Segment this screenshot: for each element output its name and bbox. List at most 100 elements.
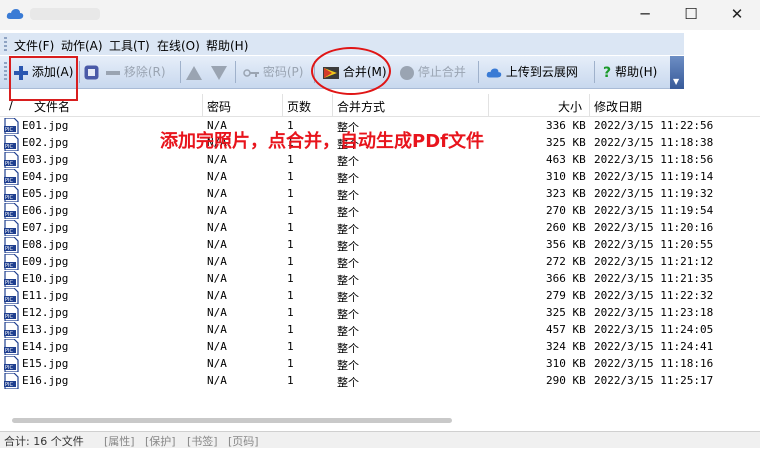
merge-button-label: 合并(M) xyxy=(342,65,387,79)
svg-text:PIC: PIC xyxy=(5,144,13,150)
merge-button[interactable]: 合并(M) xyxy=(323,62,387,82)
column-divider[interactable] xyxy=(332,94,333,116)
menu-online[interactable]: 在线(O) xyxy=(157,37,200,54)
table-row[interactable]: PIC E10.jpg N/A 1 整个 366 KB 2022/3/15 11:21:35 xyxy=(0,271,760,288)
file-modified-date: 2022/3/15 11:22:56 xyxy=(594,119,714,132)
file-name: E07.jpg xyxy=(22,221,69,234)
remove-button[interactable]: 移除(R) xyxy=(106,62,166,82)
svg-text:PIC: PIC xyxy=(5,127,13,133)
menu-tools[interactable]: 工具(T) xyxy=(109,37,150,54)
menu-file[interactable]: 文件(F) xyxy=(14,37,54,54)
select-all-button[interactable] xyxy=(84,62,99,82)
menu-action[interactable]: 动作(A) xyxy=(61,37,103,54)
file-name: E13.jpg xyxy=(22,323,69,336)
table-row[interactable]: PIC E04.jpg N/A 1 整个 310 KB 2022/3/15 11:19:14 xyxy=(0,169,760,186)
table-row[interactable]: PIC E12.jpg N/A 1 整个 325 KB 2022/3/15 11:23:18 xyxy=(0,305,760,322)
window-title-redacted xyxy=(30,8,100,20)
menu-help[interactable]: 帮助(H) xyxy=(206,37,248,54)
flag-icon xyxy=(323,66,339,79)
file-name: E11.jpg xyxy=(22,289,69,302)
pdf-file-icon: PIC xyxy=(4,169,19,185)
add-button[interactable]: 添加(A) xyxy=(14,62,73,82)
file-password: N/A xyxy=(207,340,227,353)
file-modified-date: 2022/3/15 11:19:14 xyxy=(594,170,714,183)
file-password: N/A xyxy=(207,204,227,217)
file-page-count: 1 xyxy=(287,323,294,336)
column-size[interactable]: 大小 xyxy=(558,98,582,115)
maximize-button[interactable]: ☐ xyxy=(668,0,714,30)
file-size: 310 KB xyxy=(546,170,586,183)
file-password: N/A xyxy=(207,357,227,370)
help-button[interactable]: ? 帮助(H) xyxy=(603,62,657,82)
horizontal-scrollbar[interactable] xyxy=(12,418,452,423)
file-modified-date: 2022/3/15 11:25:17 xyxy=(594,374,714,387)
table-row[interactable]: PIC E14.jpg N/A 1 整个 324 KB 2022/3/15 11:24:41 xyxy=(0,339,760,356)
pdf-file-icon: PIC xyxy=(4,305,19,321)
column-merge-mode[interactable]: 合并方式 xyxy=(337,98,385,115)
table-row[interactable]: PIC E03.jpg N/A 1 整个 463 KB 2022/3/15 11:18:56 xyxy=(0,152,760,169)
column-divider[interactable] xyxy=(202,94,203,116)
upload-button[interactable]: 上传到云展网 xyxy=(486,62,578,82)
password-button[interactable]: 密码(P) xyxy=(243,62,303,82)
column-password[interactable]: 密码 xyxy=(207,98,231,115)
file-merge-mode: 整个 xyxy=(337,342,359,355)
table-row[interactable]: PIC E06.jpg N/A 1 整个 270 KB 2022/3/15 11:19:54 xyxy=(0,203,760,220)
file-page-count: 1 xyxy=(287,221,294,234)
file-merge-mode: 整个 xyxy=(337,376,359,389)
move-down-button[interactable] xyxy=(211,62,227,82)
file-merge-mode: 整个 xyxy=(337,155,359,168)
file-page-count: 1 xyxy=(287,170,294,183)
title-bar: ─ ☐ ✕ xyxy=(0,0,760,30)
file-size: 324 KB xyxy=(546,340,586,353)
file-size: 457 KB xyxy=(546,323,586,336)
move-up-button[interactable] xyxy=(186,62,202,82)
pdf-file-icon: PIC xyxy=(4,271,19,287)
file-merge-mode: 整个 xyxy=(337,172,359,185)
file-page-count: 1 xyxy=(287,255,294,268)
toolbar-overflow-button[interactable]: ▼ xyxy=(670,56,684,89)
file-password: N/A xyxy=(207,289,227,302)
pdf-file-icon: PIC xyxy=(4,288,19,304)
cloud-upload-icon xyxy=(486,68,502,77)
toolbar-separator xyxy=(314,61,315,83)
table-row[interactable]: PIC E07.jpg N/A 1 整个 260 KB 2022/3/15 11:20:16 xyxy=(0,220,760,237)
minimize-button[interactable]: ─ xyxy=(622,0,668,30)
plus-icon xyxy=(14,65,28,80)
table-row[interactable]: PIC E08.jpg N/A 1 整个 356 KB 2022/3/15 11:20:55 xyxy=(0,237,760,254)
svg-text:PIC: PIC xyxy=(5,280,13,286)
column-divider[interactable] xyxy=(488,94,489,116)
toolbar-grip[interactable] xyxy=(4,62,7,82)
file-size: 272 KB xyxy=(546,255,586,268)
pdf-file-icon: PIC xyxy=(4,118,19,134)
add-button-label: 添加(A) xyxy=(31,65,74,79)
column-divider[interactable] xyxy=(282,94,283,116)
toolbar-separator xyxy=(594,61,595,83)
table-row[interactable]: PIC E15.jpg N/A 1 整个 310 KB 2022/3/15 11:18:16 xyxy=(0,356,760,373)
key-icon xyxy=(243,68,259,77)
table-row[interactable]: PIC E13.jpg N/A 1 整个 457 KB 2022/3/15 11:24:05 xyxy=(0,322,760,339)
file-merge-mode: 整个 xyxy=(337,274,359,287)
question-icon: ? xyxy=(603,64,612,81)
stop-merge-button[interactable]: 停止合并 xyxy=(400,62,466,82)
pdf-file-icon: PIC xyxy=(4,220,19,236)
file-modified-date: 2022/3/15 11:24:41 xyxy=(594,340,714,353)
file-size: 366 KB xyxy=(546,272,586,285)
table-row[interactable]: PIC E11.jpg N/A 1 整个 279 KB 2022/3/15 11:22:32 xyxy=(0,288,760,305)
file-page-count: 1 xyxy=(287,272,294,285)
file-modified-date: 2022/3/15 11:18:16 xyxy=(594,357,714,370)
file-name: E16.jpg xyxy=(22,374,69,387)
column-modified[interactable]: 修改日期 xyxy=(594,98,642,115)
sort-indicator[interactable]: / xyxy=(9,98,13,112)
svg-text:PIC: PIC xyxy=(5,331,13,337)
menubar-grip[interactable] xyxy=(4,37,7,52)
table-row[interactable]: PIC E05.jpg N/A 1 整个 323 KB 2022/3/15 11:19:32 xyxy=(0,186,760,203)
table-row[interactable]: PIC E16.jpg N/A 1 整个 290 KB 2022/3/15 11:25:17 xyxy=(0,373,760,390)
column-filename[interactable]: 文件名 xyxy=(34,98,70,115)
close-button[interactable]: ✕ xyxy=(714,0,760,30)
file-size: 290 KB xyxy=(546,374,586,387)
stop-merge-button-label: 停止合并 xyxy=(417,65,466,79)
file-merge-mode: 整个 xyxy=(337,240,359,253)
table-row[interactable]: PIC E09.jpg N/A 1 整个 272 KB 2022/3/15 11:21:12 xyxy=(0,254,760,271)
column-divider[interactable] xyxy=(589,94,590,116)
column-pages[interactable]: 页数 xyxy=(287,98,311,115)
